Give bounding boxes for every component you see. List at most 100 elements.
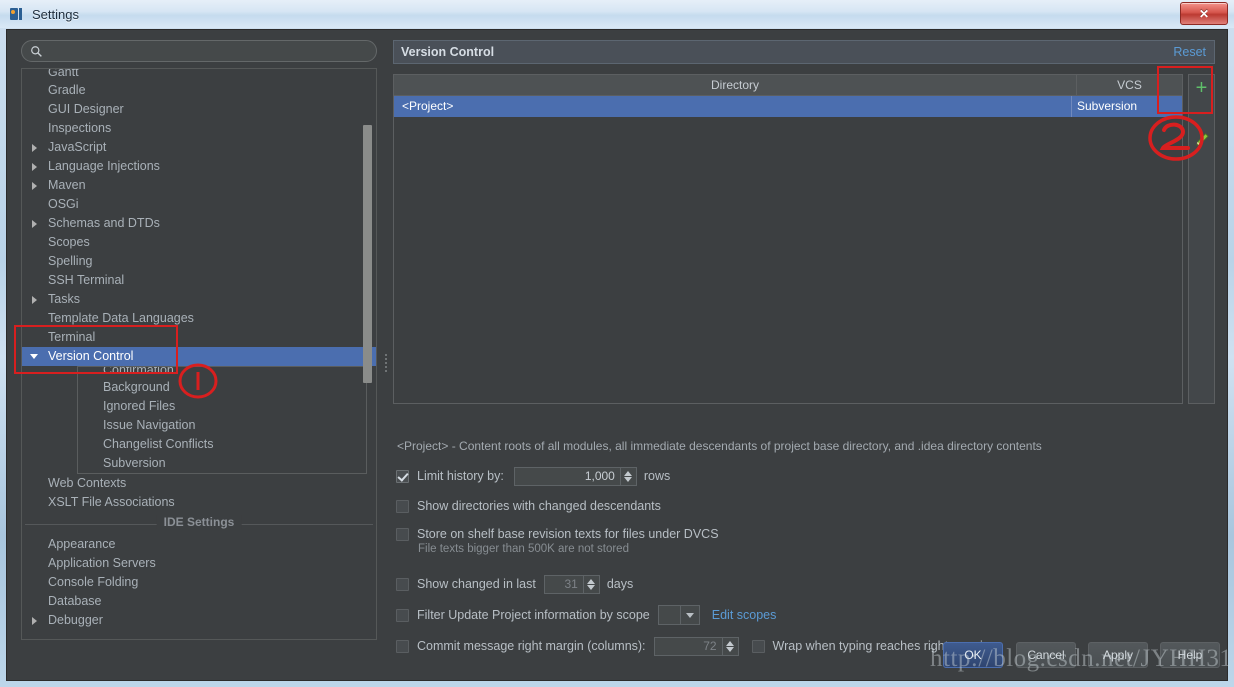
- intellij-logo-icon: [9, 6, 25, 22]
- chevron-right-icon[interactable]: [32, 144, 37, 152]
- sidebar-item-console-folding[interactable]: Console Folding: [22, 573, 376, 592]
- sidebar-item-xslt-file-associations[interactable]: XSLT File Associations: [22, 493, 376, 512]
- chevron-right-icon[interactable]: [32, 617, 37, 625]
- chevron-right-icon[interactable]: [32, 182, 37, 190]
- option-filter-update-project: Filter Update Project information by sco…: [396, 605, 777, 625]
- sidebar-scrollbar[interactable]: [363, 125, 372, 383]
- sidebar-item-inspections[interactable]: Inspections: [22, 119, 376, 138]
- edit-scopes-link[interactable]: Edit scopes: [712, 608, 777, 622]
- scope-select[interactable]: [657, 605, 700, 625]
- show-changed-checkbox[interactable]: [396, 577, 409, 591]
- dialog-button-bar: OK Cancel Apply Help: [7, 634, 1227, 680]
- reset-link[interactable]: Reset: [1173, 45, 1206, 59]
- show-changed-spinner-arrows[interactable]: [582, 575, 599, 593]
- sidebar-item-language-injections[interactable]: Language Injections: [22, 157, 376, 176]
- sidebar-item-label: Template Data Languages: [48, 311, 194, 325]
- column-header-directory[interactable]: Directory: [394, 75, 1077, 95]
- sidebar-item-tasks[interactable]: Tasks: [22, 290, 376, 309]
- sidebar-item-scopes[interactable]: Scopes: [22, 233, 376, 252]
- sidebar-item-schemas-and-dtds[interactable]: Schemas and DTDs: [22, 214, 376, 233]
- vcs-directory-table[interactable]: Directory VCS <Project> Subversion: [393, 74, 1183, 404]
- sidebar-item-gradle[interactable]: Gradle: [22, 81, 376, 100]
- ide-settings-separator: IDE Settings: [22, 514, 376, 535]
- sidebar-item-subversion[interactable]: Subversion: [78, 454, 366, 473]
- chevron-right-icon[interactable]: [32, 220, 37, 228]
- window-titlebar: Settings ✕: [0, 0, 1234, 28]
- plus-icon: +: [1195, 77, 1208, 99]
- sidebar-item-label: Debugger: [48, 613, 103, 627]
- sidebar-item-background[interactable]: Background: [78, 378, 366, 397]
- filter-update-checkbox[interactable]: [396, 608, 409, 622]
- filter-update-label: Filter Update Project information by sco…: [417, 608, 650, 622]
- settings-tree-top-items: Gantt Gradle GUI Designer Inspections JavaSc…: [22, 69, 376, 474]
- sidebar-item-gui-designer[interactable]: GUI Designer: [22, 100, 376, 119]
- sidebar-item-application-servers[interactable]: Application Servers: [22, 554, 376, 573]
- limit-history-suffix: rows: [643, 469, 671, 483]
- sidebar-item-label: OSGi: [48, 197, 79, 211]
- sidebar-item-label: Gantt: [48, 69, 79, 79]
- sidebar-item-label: Confirmation: [103, 367, 174, 377]
- remove-button[interactable]: −: [1189, 101, 1214, 127]
- sidebar-item-ignored-files[interactable]: Ignored Files: [78, 397, 366, 416]
- option-limit-history: Limit history by: 1,000 rows: [396, 466, 671, 486]
- limit-history-label: Limit history by:: [417, 469, 504, 483]
- search-input[interactable]: [48, 42, 374, 62]
- settings-tree-after-items: Web Contexts XSLT File Associations: [22, 474, 376, 512]
- limit-history-value[interactable]: 1,000: [515, 468, 620, 485]
- sidebar-item-changelist-conflicts[interactable]: Changelist Conflicts: [78, 435, 366, 454]
- ide-settings-label: IDE Settings: [156, 515, 242, 529]
- sidebar-item-web-contexts[interactable]: Web Contexts: [22, 474, 376, 493]
- limit-history-checkbox[interactable]: [396, 469, 409, 483]
- sidebar-item-appearance[interactable]: Appearance: [22, 535, 376, 554]
- sidebar-item-template-data-languages[interactable]: Template Data Languages: [22, 309, 376, 328]
- column-header-vcs[interactable]: VCS: [1077, 75, 1182, 95]
- show-directories-checkbox[interactable]: [396, 499, 409, 513]
- splitter-handle[interactable]: [384, 352, 389, 374]
- search-box[interactable]: [21, 40, 377, 62]
- sidebar-item-label: Console Folding: [48, 575, 139, 589]
- sidebar-item-database[interactable]: Database: [22, 592, 376, 611]
- sidebar-item-label: Changelist Conflicts: [103, 437, 214, 451]
- store-on-shelf-checkbox[interactable]: [396, 527, 409, 541]
- sidebar-item-label: JavaScript: [48, 140, 107, 154]
- settings-tree[interactable]: Gantt Gradle GUI Designer Inspections JavaSc…: [21, 68, 377, 640]
- window-title: Settings: [32, 6, 79, 22]
- cancel-button[interactable]: Cancel: [1016, 642, 1076, 668]
- sidebar-item-label: Database: [48, 594, 102, 608]
- sidebar-item-version-control[interactable]: Version Control: [22, 347, 376, 366]
- sidebar-item-osgi[interactable]: OSGi: [22, 195, 376, 214]
- apply-button[interactable]: Apply: [1088, 642, 1148, 668]
- add-button[interactable]: +: [1189, 75, 1214, 101]
- show-directories-label: Show directories with changed descendant…: [417, 499, 661, 513]
- sidebar-item-maven[interactable]: Maven: [22, 176, 376, 195]
- chevron-down-icon[interactable]: [30, 354, 38, 359]
- sidebar-item-label: Issue Navigation: [103, 418, 196, 432]
- option-store-on-shelf: Store on shelf base revision texts for f…: [396, 525, 719, 543]
- sidebar-item-javascript[interactable]: JavaScript: [22, 138, 376, 157]
- show-changed-value[interactable]: 31: [545, 576, 583, 593]
- help-button[interactable]: Help: [1160, 642, 1220, 668]
- version-control-panel: Version Control Reset Directory VCS <Pro…: [393, 40, 1215, 656]
- sidebar-item-label: Application Servers: [48, 556, 156, 570]
- option-show-changed-in-last: Show changed in last 31 days: [396, 574, 633, 594]
- search-icon: [31, 46, 42, 57]
- sidebar-item-label: Maven: [48, 178, 86, 192]
- sidebar-item-gantt[interactable]: Gantt: [22, 69, 376, 81]
- pencil-icon: [1195, 133, 1209, 146]
- sidebar-item-ssh-terminal[interactable]: SSH Terminal: [22, 271, 376, 290]
- ok-button[interactable]: OK: [943, 642, 1003, 668]
- sidebar-item-issue-navigation[interactable]: Issue Navigation: [78, 416, 366, 435]
- chevron-right-icon[interactable]: [32, 163, 37, 171]
- show-changed-spinner[interactable]: 31: [543, 574, 600, 594]
- sidebar-item-spelling[interactable]: Spelling: [22, 252, 376, 271]
- edit-button[interactable]: [1189, 127, 1214, 153]
- limit-history-spinner[interactable]: 1,000: [513, 466, 637, 486]
- sidebar-item-terminal[interactable]: Terminal: [22, 328, 376, 347]
- chevron-right-icon[interactable]: [32, 296, 37, 304]
- sidebar-item-confirmation[interactable]: Confirmation: [78, 367, 366, 378]
- sidebar-item-label: Scopes: [48, 235, 90, 249]
- sidebar-item-debugger[interactable]: Debugger: [22, 611, 376, 630]
- limit-history-spinner-arrows[interactable]: [619, 467, 636, 485]
- close-icon[interactable]: ✕: [1180, 2, 1228, 25]
- table-row[interactable]: <Project> Subversion: [394, 96, 1182, 117]
